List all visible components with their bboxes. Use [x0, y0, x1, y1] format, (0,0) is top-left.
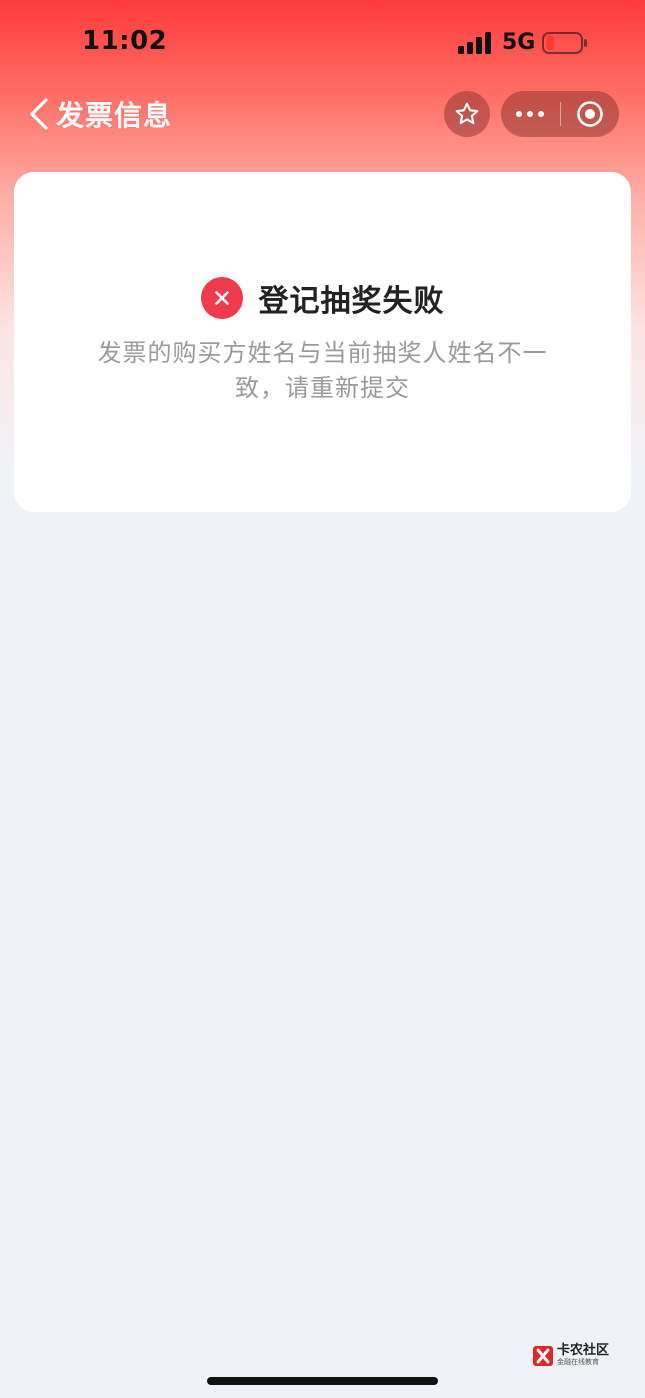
nav-bar: 发票信息 — [0, 88, 645, 140]
status-time: 11:02 — [82, 26, 168, 56]
network-type: 5G — [502, 30, 536, 55]
home-indicator[interactable] — [207, 1377, 438, 1385]
chevron-left-icon — [30, 98, 48, 130]
back-button[interactable]: 发票信息 — [28, 94, 172, 134]
close-icon — [214, 291, 229, 305]
more-button[interactable] — [501, 91, 559, 137]
error-badge — [200, 277, 243, 319]
watermark: 卡农社区 金融在线教育 — [532, 1344, 609, 1367]
result-card: 登记抽奖失败 发票的购买方姓名与当前抽奖人姓名不一致，请重新提交 — [14, 172, 631, 512]
status-bar: 11:02 5G — [0, 0, 645, 88]
kanong-logo-icon — [533, 1345, 553, 1366]
star-icon — [455, 102, 479, 125]
result-description: 发票的购买方姓名与当前抽奖人姓名不一致，请重新提交 — [97, 339, 548, 402]
result-header: 登记抽奖失败 — [14, 276, 631, 320]
watermark-slogan: 金融在线教育 — [557, 1358, 599, 1366]
favorite-button[interactable] — [444, 91, 490, 137]
mini-program-capsule — [501, 91, 619, 137]
watermark-name: 卡农社区 — [557, 1343, 610, 1358]
more-dots-icon — [516, 111, 544, 117]
target-circle-icon — [577, 101, 603, 127]
result-title: 登记抽奖失败 — [258, 284, 445, 319]
close-mini-program-button[interactable] — [561, 91, 619, 137]
battery-icon — [542, 32, 587, 54]
watermark-text: 卡农社区 金融在线教育 — [557, 1344, 609, 1367]
signal-bars-icon — [458, 32, 491, 54]
page-title: 发票信息 — [56, 99, 173, 132]
